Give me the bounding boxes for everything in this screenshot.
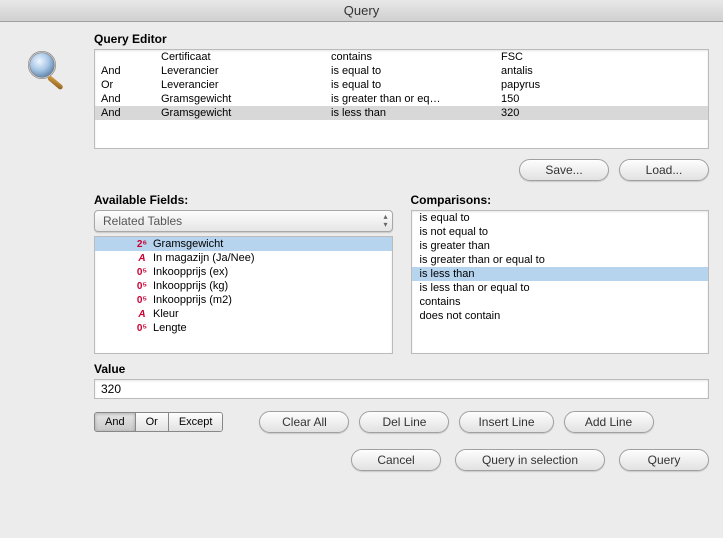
query-cell-field: Gramsgewicht: [155, 106, 325, 120]
query-cell-conj: And: [95, 106, 155, 120]
query-editor-table[interactable]: CertificaatcontainsFSCAndLeverancieris e…: [94, 49, 709, 149]
query-row[interactable]: OrLeverancieris equal topapyrus: [95, 78, 708, 92]
query-cell-comp: is greater than or eq…: [325, 92, 495, 106]
query-button[interactable]: Query: [619, 449, 709, 471]
field-item-label: Gramsgewicht: [153, 238, 223, 250]
clear-all-button[interactable]: Clear All: [259, 411, 349, 433]
query-cell-conj: And: [95, 64, 155, 78]
comparisons-list[interactable]: is equal tois not equal tois greater tha…: [411, 210, 710, 354]
comparison-item[interactable]: does not contain: [412, 309, 709, 323]
field-item[interactable]: 0⁵ Inkoopprijs (ex): [95, 265, 392, 279]
popup-label: Related Tables: [103, 214, 182, 228]
field-item-label: Inkoopprijs (ex): [153, 266, 228, 278]
available-fields-label: Available Fields:: [94, 193, 393, 207]
field-item-label: Inkoopprijs (m2): [153, 294, 232, 306]
query-cell-value: 320: [495, 106, 708, 120]
field-type-icon: 0⁵: [135, 281, 149, 292]
query-cell-value: papyrus: [495, 78, 708, 92]
query-row[interactable]: AndLeverancieris equal toantalis: [95, 64, 708, 78]
field-item-label: Kleur: [153, 308, 179, 320]
chevron-updown-icon: ▴▾: [383, 213, 387, 229]
comparison-item[interactable]: is greater than: [412, 239, 709, 253]
conjunction-segmented[interactable]: And Or Except: [94, 412, 223, 432]
field-type-icon: 0⁵: [135, 267, 149, 278]
comparison-item[interactable]: is less than: [412, 267, 709, 281]
field-item-label: Lengte: [153, 322, 187, 334]
query-row[interactable]: CertificaatcontainsFSC: [95, 50, 708, 64]
query-cell-conj: [95, 50, 155, 64]
field-item[interactable]: 2⁶ Gramsgewicht: [95, 237, 392, 251]
value-label: Value: [94, 362, 709, 376]
query-editor-label: Query Editor: [94, 32, 709, 46]
except-segment[interactable]: Except: [169, 413, 223, 431]
query-cell-field: Gramsgewicht: [155, 92, 325, 106]
query-cell-comp: contains: [325, 50, 495, 64]
field-item-label: In magazijn (Ja/Nee): [153, 252, 255, 264]
query-cell-field: Leverancier: [155, 78, 325, 92]
field-type-icon: A: [135, 309, 149, 320]
field-type-icon: 2⁶: [135, 239, 149, 250]
query-cell-value: 150: [495, 92, 708, 106]
field-item-label: Inkoopprijs (kg): [153, 280, 228, 292]
save-button[interactable]: Save...: [519, 159, 609, 181]
query-cell-field: Certificaat: [155, 50, 325, 64]
comparison-item[interactable]: is not equal to: [412, 225, 709, 239]
query-cell-field: Leverancier: [155, 64, 325, 78]
magnifier-icon: [24, 47, 94, 98]
query-row[interactable]: AndGramsgewichtis greater than or eq…150: [95, 92, 708, 106]
query-cell-conj: Or: [95, 78, 155, 92]
field-type-icon: 0⁵: [135, 295, 149, 306]
query-cell-value: FSC: [495, 50, 708, 64]
comparison-item[interactable]: is equal to: [412, 211, 709, 225]
query-cell-conj: And: [95, 92, 155, 106]
and-segment[interactable]: And: [95, 413, 136, 431]
query-cell-comp: is equal to: [325, 78, 495, 92]
query-cell-value: antalis: [495, 64, 708, 78]
cancel-button[interactable]: Cancel: [351, 449, 441, 471]
insert-line-button[interactable]: Insert Line: [459, 411, 553, 433]
add-line-button[interactable]: Add Line: [564, 411, 654, 433]
comparison-item[interactable]: is greater than or equal to: [412, 253, 709, 267]
field-item[interactable]: A Kleur: [95, 307, 392, 321]
field-type-icon: 0⁵: [135, 323, 149, 334]
field-item[interactable]: 0⁵ Inkoopprijs (kg): [95, 279, 392, 293]
related-tables-popup[interactable]: Related Tables ▴▾: [94, 210, 393, 232]
query-in-selection-button[interactable]: Query in selection: [455, 449, 605, 471]
window-title: Query: [0, 0, 723, 22]
value-input[interactable]: [94, 379, 709, 399]
comparison-item[interactable]: contains: [412, 295, 709, 309]
query-cell-comp: is equal to: [325, 64, 495, 78]
field-type-icon: A: [135, 253, 149, 264]
del-line-button[interactable]: Del Line: [359, 411, 449, 433]
or-segment[interactable]: Or: [136, 413, 169, 431]
comparison-item[interactable]: is less than or equal to: [412, 281, 709, 295]
load-button[interactable]: Load...: [619, 159, 709, 181]
available-fields-list[interactable]: 2⁶ Gramsgewicht A In magazijn (Ja/Nee) 0⁵ Ink…: [94, 236, 393, 354]
comparisons-label: Comparisons:: [411, 193, 710, 207]
query-row[interactable]: AndGramsgewichtis less than320: [95, 106, 708, 120]
query-cell-comp: is less than: [325, 106, 495, 120]
field-item[interactable]: 0⁵ Inkoopprijs (m2): [95, 293, 392, 307]
field-item[interactable]: 0⁵ Lengte: [95, 321, 392, 335]
field-item[interactable]: A In magazijn (Ja/Nee): [95, 251, 392, 265]
